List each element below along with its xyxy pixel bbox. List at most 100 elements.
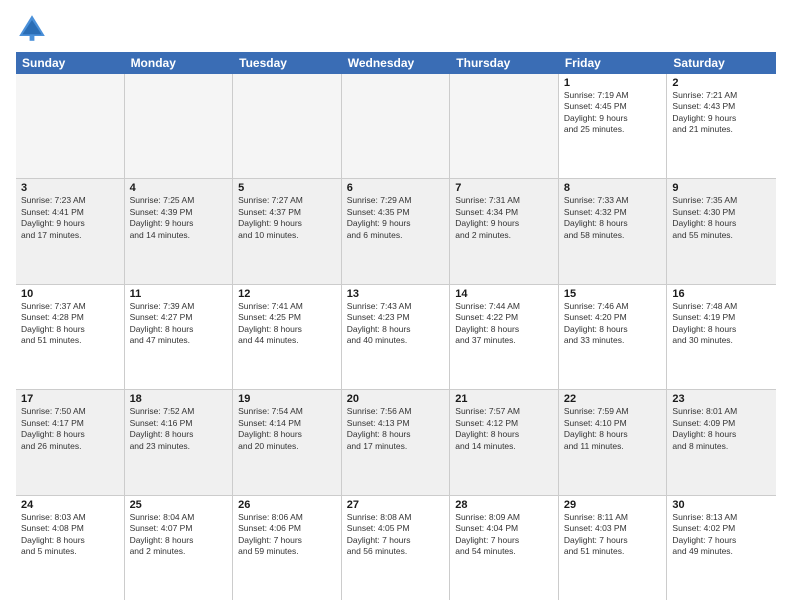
calendar-cell-row4-col6: 30Sunrise: 8:13 AM Sunset: 4:02 PM Dayli… <box>667 496 776 600</box>
weekday-header-wednesday: Wednesday <box>342 52 451 74</box>
day-info: Sunrise: 7:27 AM Sunset: 4:37 PM Dayligh… <box>238 195 336 241</box>
weekday-header-tuesday: Tuesday <box>233 52 342 74</box>
day-number: 14 <box>455 288 553 300</box>
day-number: 29 <box>564 499 662 511</box>
day-number: 23 <box>672 393 771 405</box>
day-info: Sunrise: 7:19 AM Sunset: 4:45 PM Dayligh… <box>564 90 662 136</box>
day-number: 4 <box>130 182 228 194</box>
day-number: 21 <box>455 393 553 405</box>
calendar-cell-row4-col1: 25Sunrise: 8:04 AM Sunset: 4:07 PM Dayli… <box>125 496 234 600</box>
day-number: 30 <box>672 499 771 511</box>
day-info: Sunrise: 7:35 AM Sunset: 4:30 PM Dayligh… <box>672 195 771 241</box>
day-info: Sunrise: 8:08 AM Sunset: 4:05 PM Dayligh… <box>347 512 445 558</box>
calendar-cell-row2-col4: 14Sunrise: 7:44 AM Sunset: 4:22 PM Dayli… <box>450 285 559 389</box>
calendar-cell-row4-col5: 29Sunrise: 8:11 AM Sunset: 4:03 PM Dayli… <box>559 496 668 600</box>
calendar-cell-row1-col2: 5Sunrise: 7:27 AM Sunset: 4:37 PM Daylig… <box>233 179 342 283</box>
calendar-row-3: 17Sunrise: 7:50 AM Sunset: 4:17 PM Dayli… <box>16 390 776 495</box>
day-number: 22 <box>564 393 662 405</box>
day-number: 10 <box>21 288 119 300</box>
weekday-header-monday: Monday <box>125 52 234 74</box>
calendar-cell-row4-col2: 26Sunrise: 8:06 AM Sunset: 4:06 PM Dayli… <box>233 496 342 600</box>
day-number: 28 <box>455 499 553 511</box>
calendar-cell-row0-col1 <box>125 74 234 178</box>
day-info: Sunrise: 7:50 AM Sunset: 4:17 PM Dayligh… <box>21 406 119 452</box>
day-info: Sunrise: 7:37 AM Sunset: 4:28 PM Dayligh… <box>21 301 119 347</box>
calendar-cell-row2-col3: 13Sunrise: 7:43 AM Sunset: 4:23 PM Dayli… <box>342 285 451 389</box>
day-number: 8 <box>564 182 662 194</box>
day-number: 11 <box>130 288 228 300</box>
day-info: Sunrise: 7:31 AM Sunset: 4:34 PM Dayligh… <box>455 195 553 241</box>
calendar-cell-row3-col6: 23Sunrise: 8:01 AM Sunset: 4:09 PM Dayli… <box>667 390 776 494</box>
calendar-cell-row1-col1: 4Sunrise: 7:25 AM Sunset: 4:39 PM Daylig… <box>125 179 234 283</box>
weekday-header-saturday: Saturday <box>667 52 776 74</box>
day-number: 15 <box>564 288 662 300</box>
day-info: Sunrise: 7:23 AM Sunset: 4:41 PM Dayligh… <box>21 195 119 241</box>
day-info: Sunrise: 8:01 AM Sunset: 4:09 PM Dayligh… <box>672 406 771 452</box>
day-number: 12 <box>238 288 336 300</box>
day-info: Sunrise: 8:04 AM Sunset: 4:07 PM Dayligh… <box>130 512 228 558</box>
calendar-cell-row2-col1: 11Sunrise: 7:39 AM Sunset: 4:27 PM Dayli… <box>125 285 234 389</box>
day-info: Sunrise: 7:57 AM Sunset: 4:12 PM Dayligh… <box>455 406 553 452</box>
day-info: Sunrise: 7:48 AM Sunset: 4:19 PM Dayligh… <box>672 301 771 347</box>
calendar-cell-row2-col0: 10Sunrise: 7:37 AM Sunset: 4:28 PM Dayli… <box>16 285 125 389</box>
weekday-header-friday: Friday <box>559 52 668 74</box>
calendar-cell-row3-col2: 19Sunrise: 7:54 AM Sunset: 4:14 PM Dayli… <box>233 390 342 494</box>
day-number: 16 <box>672 288 771 300</box>
calendar-row-2: 10Sunrise: 7:37 AM Sunset: 4:28 PM Dayli… <box>16 285 776 390</box>
calendar-cell-row0-col2 <box>233 74 342 178</box>
calendar-cell-row4-col3: 27Sunrise: 8:08 AM Sunset: 4:05 PM Dayli… <box>342 496 451 600</box>
day-info: Sunrise: 8:09 AM Sunset: 4:04 PM Dayligh… <box>455 512 553 558</box>
day-info: Sunrise: 7:39 AM Sunset: 4:27 PM Dayligh… <box>130 301 228 347</box>
calendar-cell-row0-col4 <box>450 74 559 178</box>
day-number: 1 <box>564 77 662 89</box>
day-number: 27 <box>347 499 445 511</box>
calendar-row-0: 1Sunrise: 7:19 AM Sunset: 4:45 PM Daylig… <box>16 74 776 179</box>
day-number: 3 <box>21 182 119 194</box>
day-number: 18 <box>130 393 228 405</box>
calendar-cell-row3-col1: 18Sunrise: 7:52 AM Sunset: 4:16 PM Dayli… <box>125 390 234 494</box>
day-number: 20 <box>347 393 445 405</box>
calendar-cell-row3-col5: 22Sunrise: 7:59 AM Sunset: 4:10 PM Dayli… <box>559 390 668 494</box>
day-info: Sunrise: 8:06 AM Sunset: 4:06 PM Dayligh… <box>238 512 336 558</box>
day-number: 9 <box>672 182 771 194</box>
day-number: 7 <box>455 182 553 194</box>
logo-icon <box>16 12 48 44</box>
day-number: 24 <box>21 499 119 511</box>
day-info: Sunrise: 7:21 AM Sunset: 4:43 PM Dayligh… <box>672 90 771 136</box>
day-number: 26 <box>238 499 336 511</box>
day-info: Sunrise: 7:41 AM Sunset: 4:25 PM Dayligh… <box>238 301 336 347</box>
day-info: Sunrise: 7:44 AM Sunset: 4:22 PM Dayligh… <box>455 301 553 347</box>
calendar-row-4: 24Sunrise: 8:03 AM Sunset: 4:08 PM Dayli… <box>16 496 776 600</box>
day-info: Sunrise: 7:56 AM Sunset: 4:13 PM Dayligh… <box>347 406 445 452</box>
calendar-header: SundayMondayTuesdayWednesdayThursdayFrid… <box>16 52 776 74</box>
calendar-cell-row2-col6: 16Sunrise: 7:48 AM Sunset: 4:19 PM Dayli… <box>667 285 776 389</box>
day-info: Sunrise: 7:54 AM Sunset: 4:14 PM Dayligh… <box>238 406 336 452</box>
calendar-row-1: 3Sunrise: 7:23 AM Sunset: 4:41 PM Daylig… <box>16 179 776 284</box>
page: SundayMondayTuesdayWednesdayThursdayFrid… <box>0 0 792 612</box>
day-info: Sunrise: 8:03 AM Sunset: 4:08 PM Dayligh… <box>21 512 119 558</box>
day-number: 19 <box>238 393 336 405</box>
weekday-header-sunday: Sunday <box>16 52 125 74</box>
day-info: Sunrise: 7:33 AM Sunset: 4:32 PM Dayligh… <box>564 195 662 241</box>
calendar-body: 1Sunrise: 7:19 AM Sunset: 4:45 PM Daylig… <box>16 74 776 600</box>
header <box>16 12 776 44</box>
calendar-cell-row1-col3: 6Sunrise: 7:29 AM Sunset: 4:35 PM Daylig… <box>342 179 451 283</box>
day-number: 13 <box>347 288 445 300</box>
day-info: Sunrise: 7:59 AM Sunset: 4:10 PM Dayligh… <box>564 406 662 452</box>
weekday-header-thursday: Thursday <box>450 52 559 74</box>
calendar-cell-row4-col0: 24Sunrise: 8:03 AM Sunset: 4:08 PM Dayli… <box>16 496 125 600</box>
calendar-cell-row0-col6: 2Sunrise: 7:21 AM Sunset: 4:43 PM Daylig… <box>667 74 776 178</box>
calendar: SundayMondayTuesdayWednesdayThursdayFrid… <box>16 52 776 600</box>
day-info: Sunrise: 8:11 AM Sunset: 4:03 PM Dayligh… <box>564 512 662 558</box>
calendar-cell-row1-col4: 7Sunrise: 7:31 AM Sunset: 4:34 PM Daylig… <box>450 179 559 283</box>
day-info: Sunrise: 8:13 AM Sunset: 4:02 PM Dayligh… <box>672 512 771 558</box>
calendar-cell-row3-col0: 17Sunrise: 7:50 AM Sunset: 4:17 PM Dayli… <box>16 390 125 494</box>
day-number: 5 <box>238 182 336 194</box>
day-info: Sunrise: 7:43 AM Sunset: 4:23 PM Dayligh… <box>347 301 445 347</box>
calendar-cell-row0-col0 <box>16 74 125 178</box>
calendar-cell-row1-col6: 9Sunrise: 7:35 AM Sunset: 4:30 PM Daylig… <box>667 179 776 283</box>
calendar-cell-row4-col4: 28Sunrise: 8:09 AM Sunset: 4:04 PM Dayli… <box>450 496 559 600</box>
calendar-cell-row3-col4: 21Sunrise: 7:57 AM Sunset: 4:12 PM Dayli… <box>450 390 559 494</box>
calendar-cell-row0-col3 <box>342 74 451 178</box>
day-number: 6 <box>347 182 445 194</box>
